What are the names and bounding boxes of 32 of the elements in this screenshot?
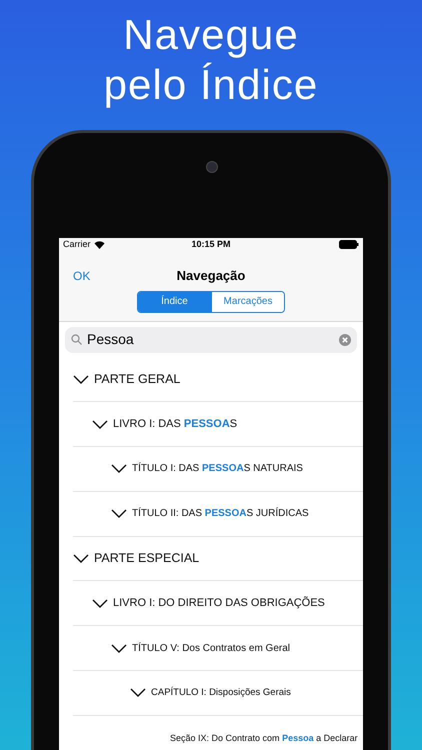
segment-tab[interactable]: Marcações	[211, 292, 284, 312]
headline: Navegue	[123, 10, 299, 60]
wifi-icon	[94, 240, 105, 249]
tree-item[interactable]: TÍTULO V: Dos Contratos em Geral	[132, 640, 290, 656]
headline: pelo Índice	[104, 60, 318, 110]
tree-item[interactable]: TÍTULO II: DAS PESSOAS JURÍDICAS	[132, 506, 309, 522]
chevron-icon[interactable]	[92, 420, 108, 429]
segment-tab[interactable]: Índice	[138, 292, 211, 312]
ok-button[interactable]: OK	[73, 266, 90, 284]
chevron-icon[interactable]	[73, 554, 89, 564]
chevron-icon[interactable]	[92, 598, 108, 608]
chevron-icon[interactable]	[73, 374, 89, 384]
battery-icon	[339, 240, 359, 250]
chevron-icon[interactable]	[111, 464, 127, 474]
nav-title: Navegação	[176, 266, 246, 285]
chevron-icon[interactable]	[130, 688, 146, 698]
status-time: 10:15 PM	[191, 238, 231, 251]
tree-item[interactable]: PARTE ESPECIAL	[94, 549, 200, 568]
tree-item[interactable]: CAPÍTULO I: Disposições Gerais	[151, 686, 291, 700]
search-field[interactable]: Pessoa	[87, 329, 334, 350]
tree-item[interactable]: TÍTULO I: DAS PESSOAS NATURAIS	[132, 461, 303, 476]
tree-item[interactable]: LIVRO I: DAS PESSOAS	[113, 416, 238, 432]
clear-icon[interactable]	[339, 334, 351, 346]
tree-item[interactable]: Seção IX: Do Contrato com Pessoa a Declarar	[170, 732, 358, 746]
search-bar[interactable]: Pessoa	[65, 326, 357, 352]
chevron-icon[interactable]	[111, 644, 127, 653]
tree-item[interactable]: LIVRO I: DO DIREITO DAS OBRIGAÇÕES	[113, 595, 325, 612]
camera-icon	[206, 161, 218, 173]
carrier-label: Carrier	[63, 238, 91, 251]
tree-item[interactable]: PARTE GERAL	[94, 370, 180, 389]
search-icon	[71, 334, 82, 345]
chevron-icon[interactable]	[111, 509, 127, 518]
